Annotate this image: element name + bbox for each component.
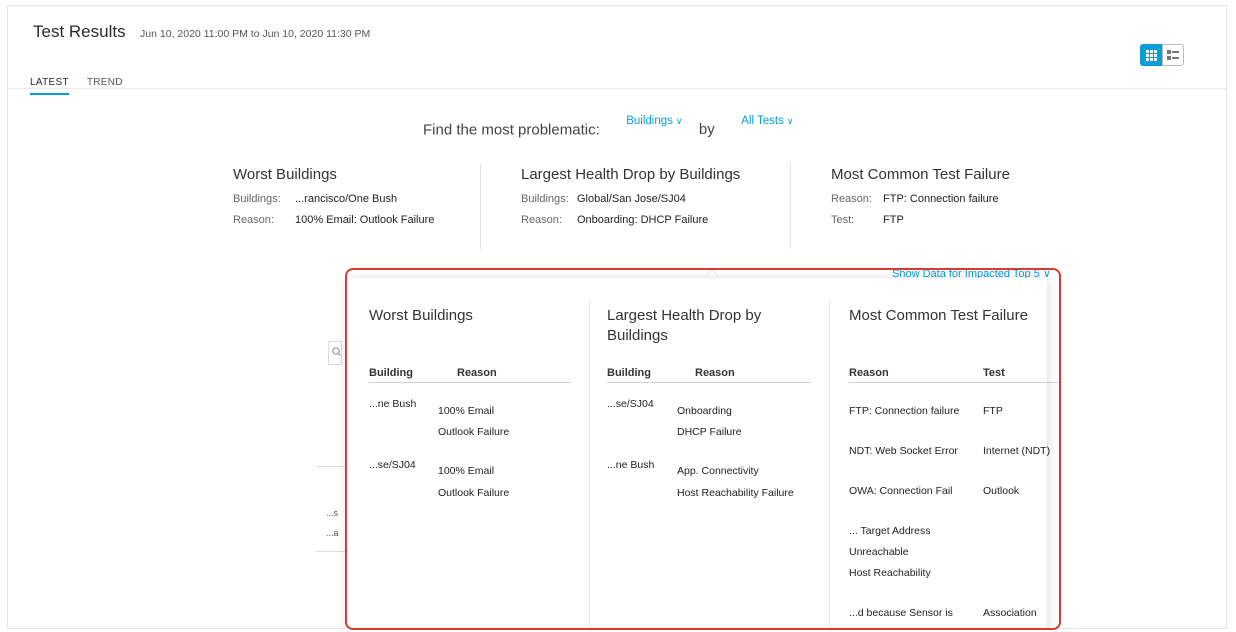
- background-divider: [316, 466, 346, 467]
- entity-dropdown-value: Buildings: [626, 115, 673, 127]
- card-title: Worst Buildings: [233, 166, 337, 183]
- impacted-top5-popup: Worst Buildings Building Reason ...ne Bu…: [347, 278, 1059, 628]
- card-health-drop: Largest Health Drop by Buildings Buildin…: [521, 158, 791, 248]
- test-results-panel: Test Results Jun 10, 2020 11:00 PM to Ju…: [7, 5, 1227, 629]
- card-row: Test: FTP: [831, 214, 1091, 226]
- popup-section-title-line: Largest Health Drop by: [607, 307, 762, 324]
- cell-test: FTP: [983, 405, 1003, 417]
- card-row-key: Buildings:: [233, 193, 281, 205]
- cell-reason: ...d because Sensor is: [849, 607, 953, 619]
- cell-reason: FTP: Connection failure: [849, 405, 960, 417]
- table-header-line: [849, 382, 1059, 383]
- cell-reason: Onboarding: [677, 405, 732, 417]
- cell-reason: OWA: Connection Fail: [849, 485, 953, 497]
- popup-health-drop: Largest Health Drop by Buildings Building…: [589, 278, 829, 628]
- column-header-reason: Reason: [457, 367, 497, 379]
- cell-test: Outlook: [983, 485, 1020, 497]
- cell-building: ...se/SJ04: [369, 459, 416, 471]
- cell-building: ...se/SJ04: [607, 398, 654, 410]
- entity-dropdown[interactable]: Buildings ∨: [626, 115, 682, 127]
- card-row-value: 100% Email: Outlook Failure: [295, 214, 435, 226]
- tab-latest[interactable]: LATEST: [30, 77, 69, 95]
- list-icon: [1167, 49, 1179, 60]
- popup-section-title: Largest Health Drop by Buildings: [607, 306, 761, 346]
- problem-finder: Find the most problematic: Buildings ∨ by…: [423, 115, 793, 139]
- popup-section-title: Most Common Test Failure: [849, 307, 1028, 324]
- cell-test: Internet (NDT): [983, 445, 1051, 457]
- cell-test: Association: [983, 607, 1037, 619]
- cell-reason: 100% Email: [438, 465, 495, 477]
- cell-reason: Host Reachability Failure: [677, 487, 794, 499]
- card-worst-buildings: Worst Buildings Buildings: ...rancisco/On…: [233, 158, 473, 248]
- cell-building: ...ne Bush: [607, 459, 655, 471]
- card-common-failure: Most Common Test Failure Reason: FTP: Con…: [831, 158, 1091, 248]
- background-divider: [316, 551, 346, 552]
- cell-reason: ... Target Address: [849, 525, 931, 537]
- chevron-down-icon: ∨: [675, 116, 683, 126]
- column-header-reason: Reason: [695, 367, 735, 379]
- tab-trend[interactable]: TREND: [87, 77, 123, 93]
- cell-reason: Outlook Failure: [438, 426, 510, 438]
- table-header-line: [607, 382, 811, 383]
- cell-reason: Unreachable: [849, 546, 909, 558]
- tab-divider: [8, 88, 1226, 89]
- view-toggle: [1140, 44, 1184, 66]
- card-row-key: Buildings:: [521, 193, 569, 205]
- popup-worst-buildings: Worst Buildings Building Reason ...ne Bu…: [347, 278, 587, 628]
- cell-reason: leaving: [849, 624, 882, 628]
- header: Test Results Jun 10, 2020 11:00 PM to Ju…: [33, 22, 370, 42]
- card-row-value: Onboarding: DHCP Failure: [577, 214, 709, 226]
- card-divider: [480, 163, 481, 249]
- card-row-value: Global/San Jose/SJ04: [577, 193, 686, 205]
- card-row: Reason: FTP: Connection failure: [831, 193, 1091, 205]
- tab-bar: LATEST TREND: [30, 72, 141, 95]
- cell-reason: Host Reachability: [849, 567, 931, 579]
- popup-section-title-line: Buildings: [607, 327, 668, 344]
- cell-reason: App. Connectivity: [677, 465, 759, 477]
- background-text: ...s: [326, 508, 339, 518]
- cell-reason: Outlook Failure: [438, 487, 510, 499]
- card-row: Reason: Onboarding: DHCP Failure: [521, 214, 791, 226]
- column-header-test: Test: [983, 367, 1005, 379]
- popup-section-title: Worst Buildings: [369, 307, 473, 324]
- card-row-key: Reason:: [233, 214, 274, 226]
- cell-reason: NDT: Web Socket Error: [849, 445, 958, 457]
- page-title: Test Results: [33, 22, 126, 41]
- card-row-key: Reason:: [521, 214, 562, 226]
- finder-by-label: by: [698, 121, 715, 139]
- list-view-button[interactable]: [1162, 44, 1184, 66]
- search-icon[interactable]: [328, 341, 342, 370]
- grid-icon: [1145, 49, 1157, 61]
- card-row-value: FTP: Connection failure: [883, 193, 999, 205]
- card-row-key: Reason:: [831, 193, 872, 205]
- card-title: Largest Health Drop by Buildings: [521, 166, 741, 183]
- cell-reason: 100% Email: [438, 405, 495, 417]
- card-row-value: FTP: [883, 214, 904, 226]
- finder-label: Find the most problematic:: [423, 121, 600, 139]
- table-header-line: [369, 382, 571, 383]
- tests-dropdown-value: All Tests: [741, 115, 784, 127]
- date-range: Jun 10, 2020 11:00 PM to Jun 10, 2020 11…: [140, 28, 371, 40]
- background-text: ...a: [326, 528, 339, 538]
- grid-view-button[interactable]: [1140, 44, 1162, 66]
- card-row-value: ...rancisco/One Bush: [295, 193, 398, 205]
- column-header-building: Building: [369, 367, 413, 379]
- column-header-reason: Reason: [849, 367, 889, 379]
- chevron-down-icon: ∨: [786, 116, 794, 126]
- cell-reason: DHCP Failure: [677, 426, 742, 438]
- card-row: Buildings: ...rancisco/One Bush: [233, 193, 473, 205]
- card-row-key: Test:: [831, 214, 855, 226]
- tests-dropdown[interactable]: All Tests ∨: [741, 115, 793, 127]
- column-header-building: Building: [607, 367, 651, 379]
- card-row: Buildings: Global/San Jose/SJ04: [521, 193, 791, 205]
- cell-building: ...ne Bush: [369, 398, 417, 410]
- popup-common-failure: Most Common Test Failure Reason Test FTP…: [829, 278, 1059, 628]
- card-row: Reason: 100% Email: Outlook Failure: [233, 214, 473, 226]
- card-divider: [790, 163, 791, 249]
- card-title: Most Common Test Failure: [831, 166, 1010, 183]
